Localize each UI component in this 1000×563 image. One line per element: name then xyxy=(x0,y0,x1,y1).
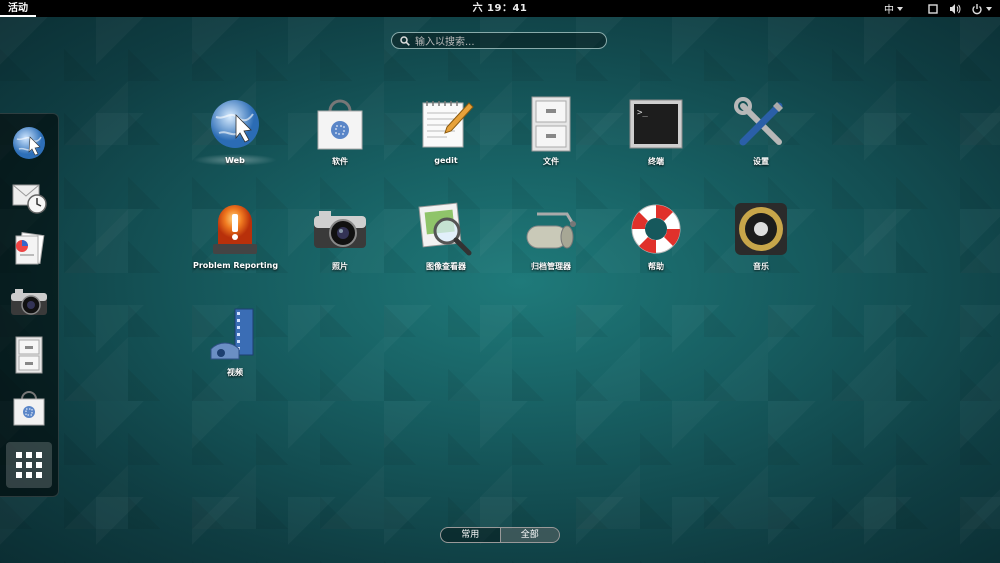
app-label: 照片 xyxy=(332,262,348,271)
volume-icon[interactable] xyxy=(949,3,961,15)
app-label: 音乐 xyxy=(753,262,769,271)
speaker-icon xyxy=(735,203,787,255)
dash-item-software[interactable] xyxy=(6,385,52,431)
globe-icon xyxy=(211,100,259,148)
cabinet-icon xyxy=(531,96,571,152)
chevron-down-icon xyxy=(986,6,992,11)
dash xyxy=(0,113,59,497)
camera-icon xyxy=(11,289,47,315)
dash-item-camera[interactable] xyxy=(6,279,52,325)
app-label: 设置 xyxy=(753,157,769,166)
window-icon[interactable] xyxy=(927,3,939,15)
input-method-menu[interactable]: 中 xyxy=(884,1,903,16)
app-label: 视频 xyxy=(227,368,243,377)
system-tray: 中 xyxy=(884,0,992,17)
dash-item-mail[interactable] xyxy=(6,173,52,219)
dash-item-files[interactable] xyxy=(6,332,52,378)
app-archive-manager[interactable]: 归档管理器 xyxy=(509,199,593,272)
search-input[interactable]: 输入以搜索... xyxy=(391,32,607,49)
app-label: Web xyxy=(225,156,245,165)
app-label: Problem Reporting xyxy=(193,261,279,270)
app-view-switcher: 常用 全部 xyxy=(440,527,560,543)
lifebuoy-icon xyxy=(631,204,681,254)
app-image-viewer[interactable]: 图像查看器 xyxy=(404,199,488,272)
documents-icon xyxy=(15,232,45,265)
app-label: 帮助 xyxy=(648,262,664,271)
shopping-bag-icon xyxy=(13,391,45,426)
tab-frequent[interactable]: 常用 xyxy=(441,528,500,542)
app-music[interactable]: 音乐 xyxy=(719,199,803,272)
power-menu[interactable] xyxy=(971,3,992,15)
app-label: 图像查看器 xyxy=(426,262,466,271)
svg-text:>_: >_ xyxy=(637,108,648,118)
app-photos[interactable]: 照片 xyxy=(298,199,382,272)
app-help[interactable]: 帮助 xyxy=(614,199,698,272)
tools-icon xyxy=(734,97,783,146)
search-icon xyxy=(400,35,410,46)
notepad-pen-icon xyxy=(422,101,474,148)
app-problem-reporting[interactable]: Problem Reporting xyxy=(193,199,279,270)
wallpaper-pattern xyxy=(0,17,1000,563)
archive-roller-icon xyxy=(526,212,576,249)
app-videos[interactable]: 视频 xyxy=(193,305,277,378)
app-settings[interactable]: 设置 xyxy=(719,94,803,167)
alarm-light-icon xyxy=(213,205,257,254)
top-bar: 活动 六 19：41 中 xyxy=(0,0,1000,17)
app-label: gedit xyxy=(434,156,458,165)
app-label: 软件 xyxy=(332,157,348,166)
input-method-label: 中 xyxy=(884,5,894,16)
app-software[interactable]: 软件 xyxy=(298,94,382,167)
dash-item-documents[interactable] xyxy=(6,226,52,272)
shopping-bag-icon xyxy=(317,99,363,150)
app-label: 归档管理器 xyxy=(531,262,571,271)
grid-icon xyxy=(16,452,42,478)
dash-item-web[interactable] xyxy=(6,120,52,166)
app-web[interactable]: Web xyxy=(193,94,277,166)
camera-icon xyxy=(314,211,366,248)
tab-all[interactable]: 全部 xyxy=(499,528,559,542)
app-gedit[interactable]: gedit xyxy=(404,94,488,165)
cabinet-icon xyxy=(15,336,43,374)
globe-icon xyxy=(13,127,45,159)
film-reel-icon xyxy=(210,308,254,360)
chevron-down-icon xyxy=(897,6,903,11)
power-icon xyxy=(972,3,982,14)
terminal-icon: >_ xyxy=(629,99,683,149)
app-label: 终端 xyxy=(648,157,664,166)
app-files[interactable]: 文件 xyxy=(509,94,593,167)
app-terminal[interactable]: >_ 终端 xyxy=(614,94,698,167)
app-label: 文件 xyxy=(543,157,559,166)
clock[interactable]: 六 19：41 xyxy=(0,0,1000,17)
envelope-clock-icon xyxy=(12,184,47,214)
image-magnifier-icon xyxy=(418,202,472,256)
search-placeholder: 输入以搜索... xyxy=(415,37,475,48)
show-applications-button[interactable] xyxy=(6,442,52,488)
